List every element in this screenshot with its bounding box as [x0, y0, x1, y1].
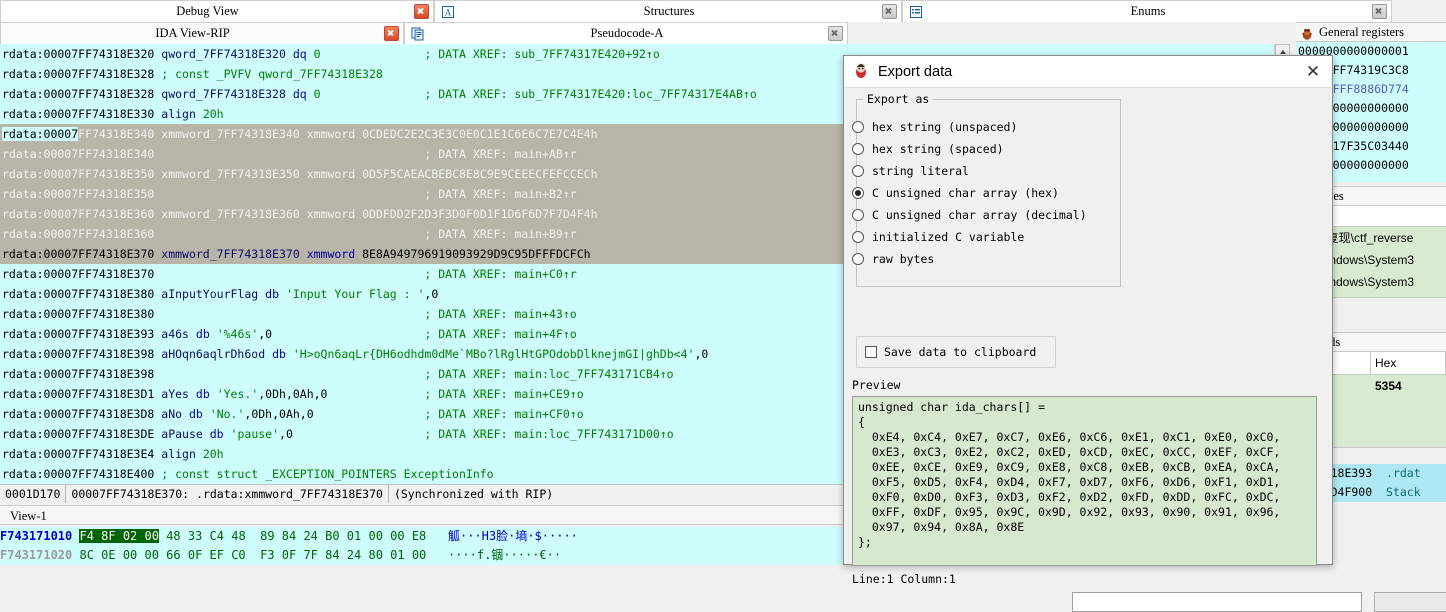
radio-option-c-unsigned-char-array-decimal[interactable]: C unsigned char array (decimal)	[852, 204, 1087, 226]
tab-label: Structures	[643, 4, 695, 18]
preview-line: 0xEE, 0xCE, 0xE9, 0xC9, 0xE8, 0xC8, 0xEB…	[858, 460, 1281, 474]
preview-line: {	[858, 415, 865, 429]
struct-icon: A	[440, 4, 456, 20]
tab-label: IDA View-RIP	[155, 26, 230, 40]
tab-structures[interactable]: A Structures	[434, 0, 902, 22]
tab-label: Pseudocode-A	[590, 26, 664, 40]
tab-ida-view-rip[interactable]: IDA View-RIP	[0, 22, 404, 44]
threads-col-hex: Hex	[1371, 352, 1446, 374]
preview-line: unsigned char ida_chars[] =	[858, 400, 1045, 414]
thread-hex: 5354	[1375, 379, 1402, 393]
close-icon[interactable]	[384, 26, 399, 41]
radio-label: C unsigned char array (hex)	[872, 186, 1059, 200]
preview-line: 0xE3, 0xC3, 0xE2, 0xC2, 0xED, 0xCD, 0xEC…	[858, 445, 1281, 459]
preview-lines: unsigned char ida_chars[] ={ 0xE4, 0xC4,…	[858, 400, 1311, 549]
bug-icon	[1300, 26, 1314, 40]
status-location: 00007FF74318E370: .rdata:xmmword_7FF7431…	[66, 485, 389, 503]
radio-label: C unsigned char array (decimal)	[872, 208, 1087, 222]
pseudocode-icon	[410, 26, 426, 42]
tab-label: Debug View	[176, 4, 239, 18]
tab-label: Enums	[1130, 4, 1166, 18]
radio-label: hex string (spaced)	[872, 142, 1004, 156]
close-icon[interactable]	[1372, 4, 1387, 19]
tab-enums[interactable]: Enums	[902, 0, 1392, 22]
radio-option-c-unsigned-char-array-hex[interactable]: C unsigned char array (hex)	[852, 182, 1059, 204]
radio-option-string-literal[interactable]: string literal	[852, 160, 969, 182]
radio-label: initialized C variable	[872, 230, 1025, 244]
radio-label: string literal	[872, 164, 969, 178]
radio-indicator[interactable]	[852, 121, 864, 133]
radio-option-raw-bytes[interactable]: raw bytes	[852, 248, 934, 270]
preview-line: 0x97, 0x94, 0x8A, 0x8E	[858, 520, 1025, 534]
tab-strip-top: Debug View A Structures Enums	[0, 0, 1446, 22]
close-icon[interactable]	[882, 4, 897, 19]
tab-debug-view[interactable]: Debug View	[0, 0, 434, 22]
export-as-label: Export as	[863, 92, 934, 106]
radio-indicator[interactable]	[852, 143, 864, 155]
status-sync: (Synchronized with RIP)	[393, 487, 554, 501]
dialog-filename-field[interactable]	[1072, 592, 1362, 612]
radio-option-initialized-c-variable[interactable]: initialized C variable	[852, 226, 1024, 248]
preview-line: 0xF5, 0xD5, 0xF4, 0xD4, 0xF7, 0xD7, 0xF6…	[858, 475, 1281, 489]
export-data-dialog: Export data ✕ Export as hex string (unsp…	[843, 55, 1446, 612]
clipboard-checkbox-group[interactable]: Save data to clipboard	[856, 336, 1056, 368]
svg-text:A: A	[445, 7, 452, 17]
tab-pseudocode-a[interactable]: Pseudocode-A	[404, 22, 848, 44]
preview-line: 0xF0, 0xD0, 0xF3, 0xD3, 0xF2, 0xD2, 0xFD…	[858, 490, 1281, 504]
close-icon[interactable]	[828, 26, 843, 41]
status-offset: 0001D170	[0, 485, 67, 503]
radio-label: hex string (unspaced)	[872, 120, 1018, 134]
close-icon[interactable]	[414, 4, 429, 19]
radio-indicator[interactable]	[852, 187, 864, 199]
dialog-browse-button[interactable]	[1374, 592, 1446, 612]
radio-option-hex-string-spaced[interactable]: hex string (spaced)	[852, 138, 1004, 160]
preview-pane[interactable]: unsigned char ida_chars[] ={ 0xE4, 0xC4,…	[852, 396, 1317, 566]
radio-indicator[interactable]	[852, 253, 864, 265]
dialog-title-bar[interactable]: Export data ✕	[844, 56, 1332, 88]
preview-label: Preview	[852, 378, 901, 392]
general-registers-header[interactable]: General registers	[1296, 22, 1446, 42]
save-to-clipboard-label: Save data to clipboard	[884, 345, 1037, 359]
dialog-status: Line:1 Column:1	[852, 572, 956, 586]
preview-line: 0xFF, 0xDF, 0x95, 0x9C, 0x9D, 0x92, 0x93…	[858, 505, 1281, 519]
tab-strip-second: IDA View-RIP Pseudocode-A	[0, 22, 1296, 44]
preview-line: 0xE4, 0xC4, 0xE7, 0xC7, 0xE6, 0xC6, 0xE1…	[858, 430, 1281, 444]
panel-title: General registers	[1319, 25, 1405, 39]
close-icon[interactable]: ✕	[1300, 59, 1326, 85]
radio-indicator[interactable]	[852, 209, 864, 221]
radio-indicator[interactable]	[852, 231, 864, 243]
dialog-title: Export data	[878, 63, 953, 80]
radio-option-hex-string-unspaced[interactable]: hex string (unspaced)	[852, 116, 1017, 138]
enums-icon	[908, 4, 924, 20]
radio-indicator[interactable]	[852, 165, 864, 177]
save-to-clipboard-checkbox[interactable]	[865, 346, 877, 358]
ida-main-window: Debug View A Structures Enums IDA View-R…	[0, 0, 1446, 612]
ida-logo-icon	[852, 61, 870, 82]
preview-line: };	[858, 535, 872, 549]
radio-label: raw bytes	[872, 252, 935, 266]
